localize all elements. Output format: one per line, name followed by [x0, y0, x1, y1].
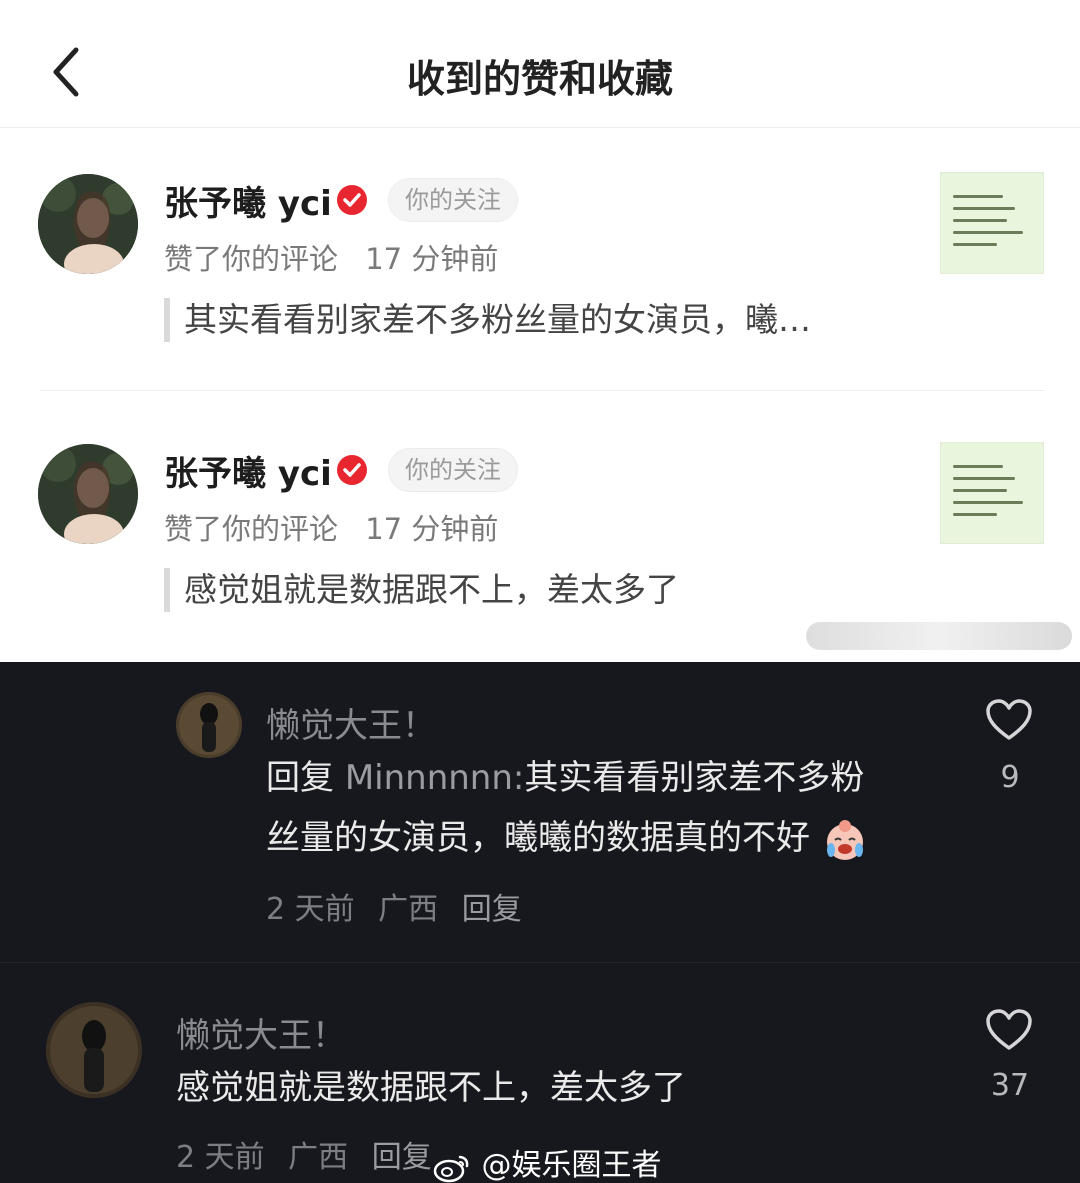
action-text: 赞了你的评论	[164, 512, 339, 546]
comment-section: 懒觉大王！ 回复 Minnnnnn:其实看看别家差不多粉 丝量的女演员，曦曦的数…	[0, 662, 1080, 1183]
comment-line: 丝量的女演员，曦曦的数据真的不好	[266, 818, 810, 858]
verified-badge-icon	[337, 185, 367, 215]
heart-icon[interactable]	[985, 698, 1033, 742]
reply-target[interactable]: Minnnnnn:	[345, 758, 525, 798]
watermark-text: @娱乐圈王者	[481, 1148, 662, 1183]
divider	[0, 962, 1080, 963]
avatar[interactable]	[38, 174, 138, 274]
comment-text: 回复 Minnnnnn:其实看看别家差不多粉 丝量的女演员，曦曦的数据真的不好	[266, 748, 946, 868]
like-count: 9	[1000, 760, 1020, 795]
user-name[interactable]: 张予曦 yci	[164, 176, 332, 225]
divider	[40, 390, 1045, 391]
note-thumbnail[interactable]	[940, 172, 1044, 274]
avatar[interactable]	[46, 1002, 142, 1098]
comment-location: 广西	[288, 1140, 349, 1175]
reply-prefix: 回复	[266, 758, 334, 798]
header-bar: 收到的赞和收藏	[0, 0, 1080, 128]
comment-time: 2 天前	[266, 892, 355, 927]
comment-footer: 2 天前 广西 回复	[266, 884, 536, 928]
quoted-comment[interactable]: 其实看看别家差不多粉丝量的女演员，曦…	[164, 298, 811, 342]
note-thumbnail[interactable]	[940, 442, 1044, 544]
following-tag: 你的关注	[388, 448, 518, 492]
comment-text: 感觉姐就是数据跟不上，差太多了	[176, 1068, 686, 1108]
blurred-watermark	[806, 622, 1072, 650]
heart-icon[interactable]	[985, 1008, 1033, 1052]
page-title: 收到的赞和收藏	[406, 57, 673, 101]
notification-meta: 赞了你的评论 17 分钟前	[164, 506, 498, 548]
weibo-watermark: @娱乐圈王者	[432, 1140, 662, 1183]
like-count: 37	[990, 1068, 1030, 1103]
crying-laughing-emoji-icon	[826, 819, 863, 860]
notification-meta: 赞了你的评论 17 分钟前	[164, 236, 498, 278]
comment-time: 2 天前	[176, 1140, 265, 1175]
comment-username[interactable]: 懒觉大王！	[176, 1008, 346, 1057]
reply-button[interactable]: 回复	[462, 892, 522, 927]
avatar[interactable]	[38, 444, 138, 544]
time-text: 17 分钟前	[365, 512, 499, 546]
likes-notifications-screen: 收到的赞和收藏 张予曦 yci 你的关注 赞了你的评论 17 分钟前 其实看看别…	[0, 0, 1080, 662]
following-tag: 你的关注	[388, 178, 518, 222]
notification-item[interactable]: 张予曦 yci 你的关注 赞了你的评论 17 分钟前 其实看看别家差不多粉丝量的…	[0, 128, 1080, 390]
user-name[interactable]: 张予曦 yci	[164, 446, 332, 495]
verified-badge-icon	[337, 455, 367, 485]
action-text: 赞了你的评论	[164, 242, 339, 276]
reply-button[interactable]: 回复	[372, 1140, 432, 1175]
comment-location: 广西	[378, 892, 439, 927]
avatar[interactable]	[176, 692, 242, 758]
comment-line: 其实看看别家差不多粉	[524, 758, 865, 798]
time-text: 17 分钟前	[365, 242, 499, 276]
comment-username[interactable]: 懒觉大王！	[266, 698, 436, 747]
weibo-icon	[433, 1155, 469, 1182]
quoted-comment[interactable]: 感觉姐就是数据跟不上，差太多了	[164, 568, 679, 612]
comment-footer: 2 天前 广西 回复	[176, 1132, 446, 1176]
